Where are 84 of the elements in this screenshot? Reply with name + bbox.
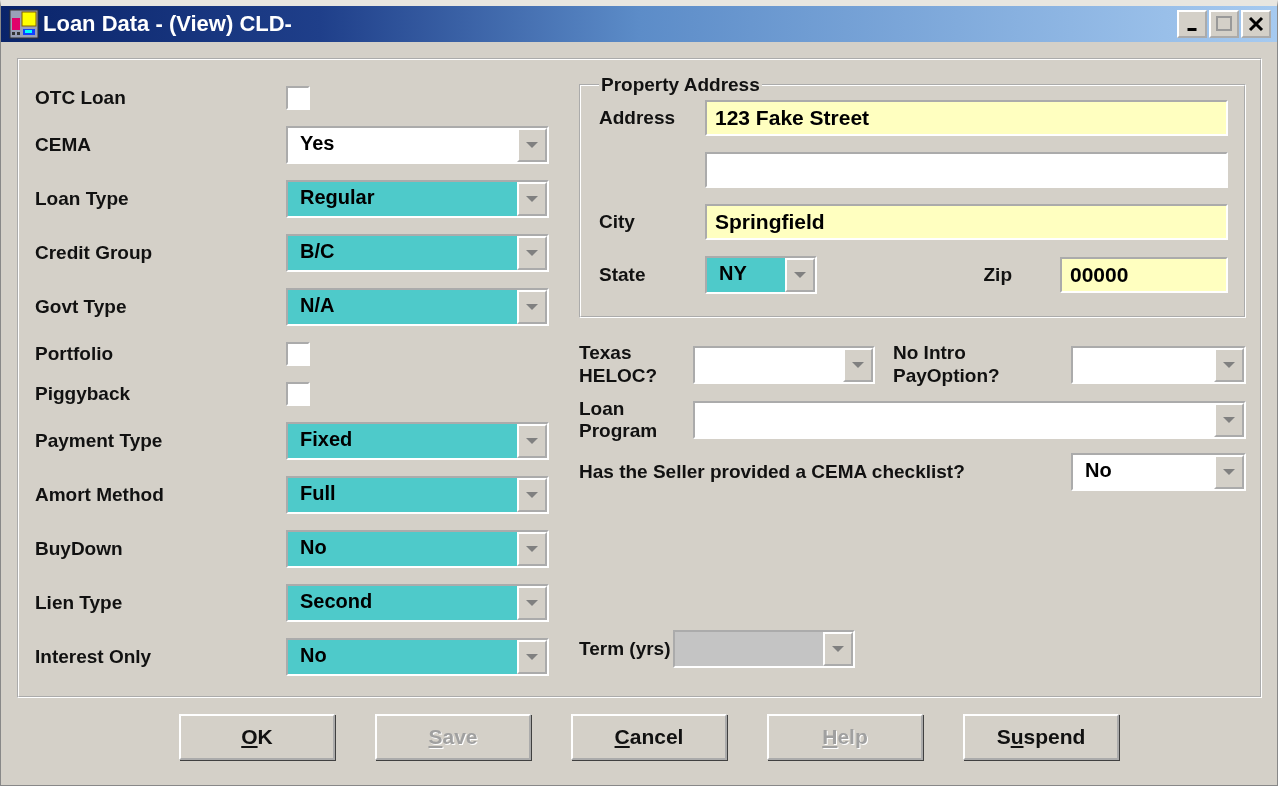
checkbox[interactable] <box>286 342 310 366</box>
dropdown-arrow-icon <box>793 270 807 280</box>
dropdown-arrow-icon <box>525 490 539 500</box>
app-icon <box>9 9 39 39</box>
field-label: Zip <box>983 264 1012 286</box>
dropdown-button[interactable] <box>517 128 547 162</box>
field-label: Piggyback <box>35 383 132 405</box>
field-label: Govt Type <box>35 296 128 318</box>
window-title: Loan Data - (View) CLD- <box>43 11 292 37</box>
dropdown-arrow-icon <box>525 194 539 204</box>
dropdown-button[interactable] <box>517 640 547 674</box>
dropdown-button[interactable] <box>517 478 547 512</box>
dropdown-arrow-icon <box>851 359 865 370</box>
dropdown-field[interactable]: No <box>286 530 549 568</box>
field-label: CEMA <box>35 134 92 156</box>
text-field[interactable]: Springfield <box>705 204 1228 240</box>
field-label: Payment Type <box>35 430 164 452</box>
field-label: Interest Only <box>35 646 153 668</box>
field-label: Has the Seller provided a CEMA checklist? <box>579 461 966 484</box>
dropdown-field[interactable]: Yes <box>286 126 549 164</box>
dropdown-field[interactable]: No <box>1071 453 1246 492</box>
dropdown-arrow-icon <box>525 598 539 608</box>
dropdown-arrow-icon <box>1222 359 1236 370</box>
dropdown-arrow-icon <box>525 302 539 312</box>
dropdown-button[interactable] <box>1214 403 1244 438</box>
dropdown-button[interactable] <box>517 424 547 458</box>
text-field[interactable]: 123 Fake Street <box>705 100 1228 136</box>
dropdown-arrow-icon <box>1222 467 1236 478</box>
field-label: Term (yrs) <box>579 638 671 660</box>
dropdown-button[interactable] <box>517 290 547 324</box>
field-label: BuyDown <box>35 538 124 560</box>
dropdown-button[interactable] <box>1214 347 1244 382</box>
dropdown-arrow-icon <box>525 140 539 150</box>
maximize-icon <box>1215 15 1233 33</box>
dropdown-field[interactable] <box>693 345 875 384</box>
dropdown-arrow-icon <box>525 248 539 258</box>
dropdown-button[interactable] <box>517 236 547 270</box>
field-label: Portfolio <box>35 343 115 365</box>
dropdown-arrow-icon <box>525 436 539 446</box>
dropdown-arrow-icon <box>1222 415 1236 426</box>
dialog-button[interactable]: Suspend <box>963 714 1119 760</box>
dropdown-button[interactable] <box>843 347 873 382</box>
field-label: Credit Group <box>35 242 154 264</box>
field-label: Address <box>599 107 677 129</box>
field-label: City <box>599 211 636 233</box>
dropdown-field[interactable]: Full <box>286 476 549 514</box>
dropdown-button[interactable] <box>517 532 547 566</box>
dialog-button[interactable]: Cancel <box>571 714 727 760</box>
dropdown-field[interactable]: N/A <box>286 288 549 326</box>
checkbox[interactable] <box>286 86 310 110</box>
dropdown-button[interactable] <box>517 182 547 216</box>
dropdown-button[interactable] <box>517 586 547 620</box>
field-label: Loan Program <box>579 397 659 444</box>
dropdown-arrow-icon <box>830 644 845 654</box>
dropdown-field[interactable]: NY <box>705 256 817 294</box>
dropdown-arrow-icon <box>525 544 539 554</box>
field-label: Amort Method <box>35 484 165 506</box>
field-label: Texas HELOC? <box>579 342 659 388</box>
dropdown-field[interactable]: No <box>286 638 549 676</box>
field-label: Loan Type <box>35 188 130 210</box>
minimize-icon <box>1187 27 1197 31</box>
dropdown-field[interactable]: Fixed <box>286 422 549 460</box>
field-label: OTC Loan <box>35 87 127 109</box>
dropdown-field[interactable]: B/C <box>286 234 549 272</box>
dropdown-arrow-icon <box>525 652 539 662</box>
dialog-button[interactable]: OK <box>179 714 335 760</box>
field-label: No Intro PayOption? <box>892 342 1001 388</box>
dropdown-field[interactable]: Second <box>286 584 549 622</box>
dropdown-field[interactable] <box>693 401 1246 440</box>
dropdown-button[interactable] <box>785 258 815 292</box>
group-title: Property Address <box>600 74 761 96</box>
dropdown-field[interactable]: Regular <box>286 180 549 218</box>
dropdown-field[interactable] <box>672 630 855 668</box>
minimize-button[interactable] <box>1177 10 1207 38</box>
text-field[interactable] <box>705 152 1228 188</box>
checkbox[interactable] <box>286 382 310 406</box>
dropdown-button[interactable] <box>1214 455 1244 490</box>
dropdown-field[interactable] <box>1071 345 1246 384</box>
close-icon <box>1247 15 1265 33</box>
dropdown-button[interactable] <box>822 632 853 666</box>
field-label: State <box>599 264 647 286</box>
close-button[interactable] <box>1241 10 1271 38</box>
field-label: Lien Type <box>35 592 124 614</box>
text-field[interactable]: 00000 <box>1060 257 1228 293</box>
